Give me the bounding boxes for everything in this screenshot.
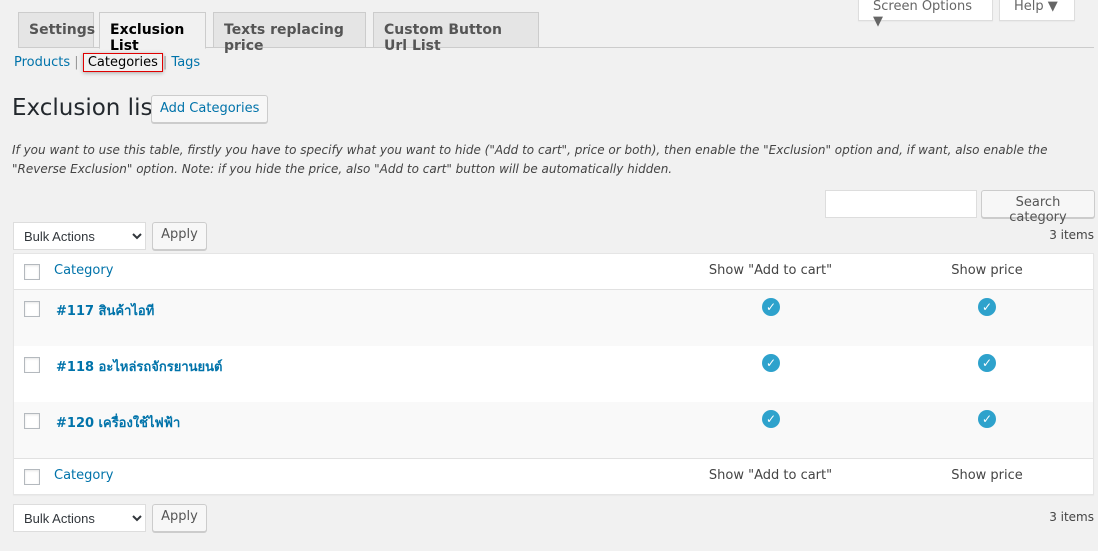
column-show-add-to-cart: Show "Add to cart" bbox=[708, 468, 833, 483]
separator: | bbox=[74, 55, 79, 70]
search-category-button[interactable]: Search category bbox=[981, 190, 1095, 225]
column-show-add-to-cart: Show "Add to cart" bbox=[708, 263, 833, 278]
table-row: #117 สินค้าไอที ✓ ✓ bbox=[14, 290, 1093, 346]
table-row: #118 อะไหล่รถจักรยานยนต์ ✓ ✓ bbox=[14, 346, 1093, 402]
apply-button-bottom[interactable]: Apply bbox=[152, 504, 207, 532]
category-name-link[interactable]: #120 เครื่องใช้ไฟฟ้า bbox=[56, 412, 180, 433]
tab-custom-button-url-list[interactable]: Custom Button Url List bbox=[373, 12, 539, 54]
check-circle-icon[interactable]: ✓ bbox=[762, 354, 780, 372]
add-categories-button[interactable]: Add Categories bbox=[151, 95, 269, 123]
category-name-link[interactable]: #118 อะไหล่รถจักรยานยนต์ bbox=[56, 356, 223, 377]
category-name-link[interactable]: #117 สินค้าไอที bbox=[56, 300, 154, 321]
check-circle-icon[interactable]: ✓ bbox=[762, 410, 780, 428]
check-circle-icon[interactable]: ✓ bbox=[978, 354, 996, 372]
row-checkbox[interactable] bbox=[24, 301, 40, 317]
categories-table: Category Show "Add to cart" Show price #… bbox=[13, 253, 1094, 495]
subnav: Products | Categories | Tags bbox=[14, 53, 200, 72]
tab-texts-replacing-price[interactable]: Texts replacing price bbox=[213, 12, 366, 54]
separator: | bbox=[162, 55, 168, 70]
column-category[interactable]: Category bbox=[54, 263, 113, 278]
column-category[interactable]: Category bbox=[54, 468, 113, 483]
page-title: Exclusion list bbox=[12, 95, 162, 121]
subnav-tags[interactable]: Tags bbox=[171, 55, 200, 70]
tab-settings[interactable]: Settings bbox=[18, 12, 95, 48]
select-all-checkbox[interactable] bbox=[24, 264, 40, 280]
column-show-price: Show price bbox=[951, 468, 1023, 483]
description: If you want to use this table, firstly y… bbox=[12, 143, 1048, 176]
table-footer: Category Show "Add to cart" Show price bbox=[14, 458, 1093, 494]
table-header: Category Show "Add to cart" Show price bbox=[14, 254, 1093, 290]
select-all-checkbox[interactable] bbox=[24, 469, 40, 485]
apply-button-top[interactable]: Apply bbox=[152, 222, 207, 250]
row-checkbox[interactable] bbox=[24, 413, 40, 429]
subnav-products[interactable]: Products bbox=[14, 55, 70, 70]
items-count-top: 3 items bbox=[1049, 228, 1094, 242]
subnav-categories[interactable]: Categories bbox=[82, 53, 163, 72]
search-input[interactable] bbox=[825, 190, 977, 218]
check-circle-icon[interactable]: ✓ bbox=[978, 410, 996, 428]
items-count-bottom: 3 items bbox=[1049, 510, 1094, 524]
row-checkbox[interactable] bbox=[24, 357, 40, 373]
bulk-actions-select-top[interactable]: Bulk Actions bbox=[13, 222, 146, 250]
table-row: #120 เครื่องใช้ไฟฟ้า ✓ ✓ bbox=[14, 402, 1093, 458]
column-show-price: Show price bbox=[951, 263, 1023, 278]
bulk-actions-select-bottom[interactable]: Bulk Actions bbox=[13, 504, 146, 532]
tab-exclusion-list[interactable]: Exclusion List bbox=[99, 12, 206, 54]
tab-bar: Settings Exclusion List Texts replacing … bbox=[18, 12, 1094, 54]
check-circle-icon[interactable]: ✓ bbox=[978, 298, 996, 316]
check-circle-icon[interactable]: ✓ bbox=[762, 298, 780, 316]
